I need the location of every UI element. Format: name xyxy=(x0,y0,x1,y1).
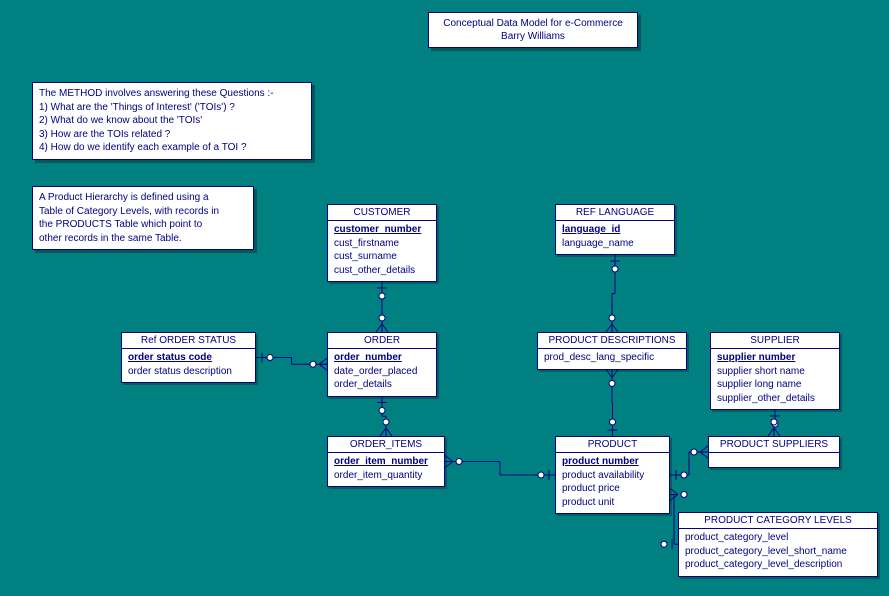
entity-attribute: cust_other_details xyxy=(334,264,430,278)
entity-attribute: product_category_level xyxy=(685,531,871,545)
entity-attribute: customer_number xyxy=(334,223,430,237)
entity-attribute: supplier short name xyxy=(717,365,833,379)
entity-attribute: product availability xyxy=(562,469,663,483)
entity-order-items: ORDER_ITEMS order_item_numberorder_item_… xyxy=(327,436,445,487)
entity-header: PRODUCT SUPPLIERS xyxy=(709,437,839,453)
entity-header: CUSTOMER xyxy=(328,205,436,221)
method-text-box: The METHOD involves answering these Ques… xyxy=(32,82,312,160)
entity-body: order status codeorder status descriptio… xyxy=(122,349,255,382)
entity-body: product_category_levelproduct_category_l… xyxy=(679,529,877,576)
entity-product-suppliers: PRODUCT SUPPLIERS xyxy=(708,436,840,468)
entity-attribute: order status code xyxy=(128,351,249,365)
entity-product: PRODUCT product numberproduct availabili… xyxy=(555,436,670,514)
entity-attribute: order_item_number xyxy=(334,455,438,469)
entity-attribute: product unit xyxy=(562,496,663,510)
entity-customer: CUSTOMER customer_numbercust_firstnamecu… xyxy=(327,204,437,282)
entity-attribute: order_item_quantity xyxy=(334,469,438,483)
entity-attribute: supplier_other_details xyxy=(717,392,833,406)
entity-body xyxy=(709,453,839,467)
entity-body: product numberproduct availabilityproduc… xyxy=(556,453,669,513)
entity-attribute: order_details xyxy=(334,378,430,392)
entity-supplier: SUPPLIER supplier numbersupplier short n… xyxy=(710,332,840,410)
entity-header: Ref ORDER STATUS xyxy=(122,333,255,349)
entity-attribute: prod_desc_lang_specific xyxy=(544,351,680,365)
entity-attribute: cust_surname xyxy=(334,250,430,264)
entity-attribute: product price xyxy=(562,482,663,496)
entity-product-category-levels: PRODUCT CATEGORY LEVELS product_category… xyxy=(678,512,878,577)
entity-body: order_item_numberorder_item_quantity xyxy=(328,453,444,486)
entity-attribute: order_number xyxy=(334,351,430,365)
entity-header: SUPPLIER xyxy=(711,333,839,349)
entity-attribute: cust_firstname xyxy=(334,237,430,251)
entity-body: order_numberdate_order_placedorder_detai… xyxy=(328,349,436,396)
entity-attribute: language_name xyxy=(562,237,668,251)
entity-attribute: language_id xyxy=(562,223,668,237)
entity-attribute: product_category_level_short_name xyxy=(685,545,871,559)
entity-attribute: order status description xyxy=(128,365,249,379)
entity-ref-language: REF LANGUAGE language_idlanguage_name xyxy=(555,204,675,255)
diagram-title: Conceptual Data Model for e-Commerce Bar… xyxy=(428,12,638,48)
entity-attribute: supplier long name xyxy=(717,378,833,392)
entity-body: supplier numbersupplier short namesuppli… xyxy=(711,349,839,409)
entity-header: ORDER_ITEMS xyxy=(328,437,444,453)
entity-product-descriptions: PRODUCT DESCRIPTIONS prod_desc_lang_spec… xyxy=(537,332,687,370)
entity-body: prod_desc_lang_specific xyxy=(538,349,686,369)
entity-attribute: supplier number xyxy=(717,351,833,365)
title-line1: Conceptual Data Model for e-Commerce xyxy=(439,17,627,30)
entity-body: customer_numbercust_firstnamecust_surnam… xyxy=(328,221,436,281)
entity-attribute: product_category_level_description xyxy=(685,558,871,572)
entity-attribute: product number xyxy=(562,455,663,469)
entity-header: PRODUCT CATEGORY LEVELS xyxy=(679,513,877,529)
entity-header: PRODUCT DESCRIPTIONS xyxy=(538,333,686,349)
entity-ref-order-status: Ref ORDER STATUS order status codeorder … xyxy=(121,332,256,383)
hierarchy-text-box: A Product Hierarchy is defined using a T… xyxy=(32,186,254,250)
entity-order: ORDER order_numberdate_order_placedorder… xyxy=(327,332,437,397)
entity-header: ORDER xyxy=(328,333,436,349)
title-line2: Barry Williams xyxy=(439,30,627,43)
entity-header: PRODUCT xyxy=(556,437,669,453)
entity-attribute: date_order_placed xyxy=(334,365,430,379)
entity-body: language_idlanguage_name xyxy=(556,221,674,254)
entity-header: REF LANGUAGE xyxy=(556,205,674,221)
